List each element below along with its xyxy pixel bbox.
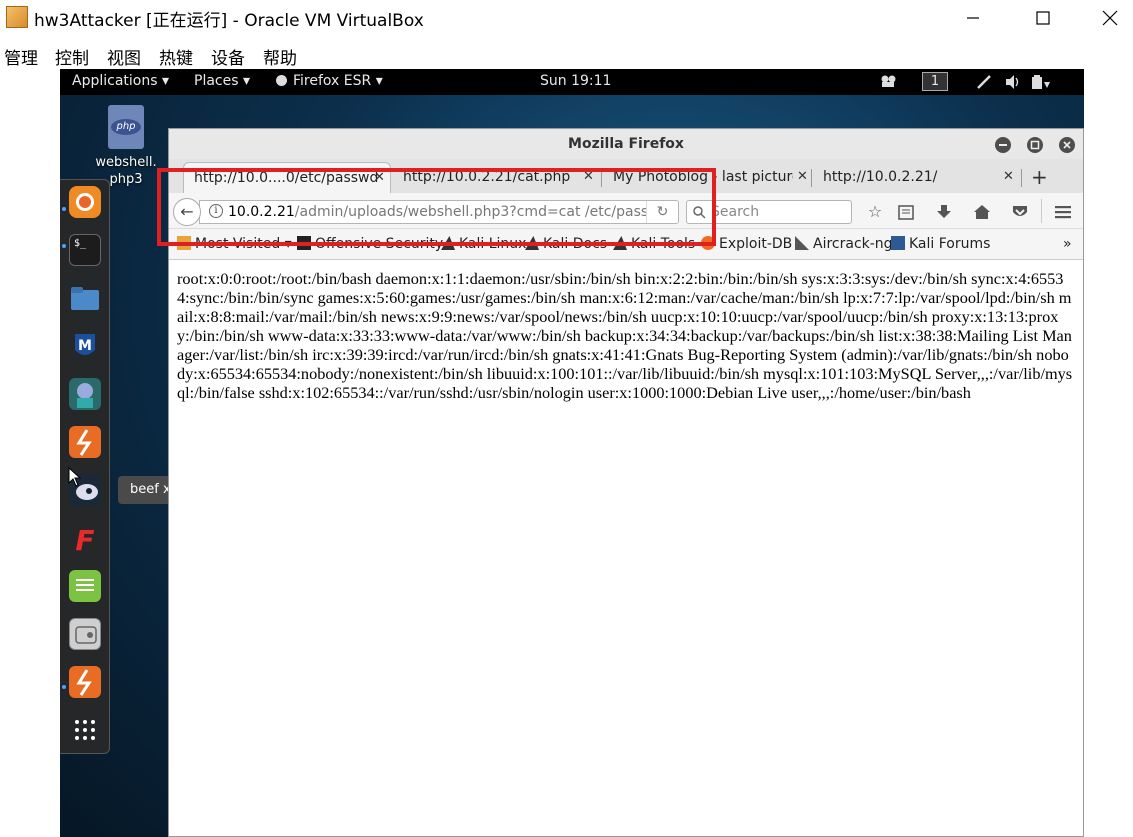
ff-close-button[interactable] [1059, 137, 1075, 153]
power-icon[interactable] [1030, 74, 1052, 94]
mouse-cursor-icon [68, 467, 82, 487]
minimize-icon [967, 16, 979, 19]
home-icon[interactable] [971, 201, 993, 223]
close-icon [1063, 141, 1071, 149]
running-indicator [62, 244, 66, 248]
tab-separator [1021, 169, 1022, 187]
firefox-titlebar: Mozilla Firefox [169, 129, 1083, 159]
kali-forums-icon [891, 236, 905, 250]
metasploit-icon[interactable]: M [69, 330, 101, 362]
close-button[interactable] [1087, 0, 1133, 35]
maximize-icon [1036, 10, 1050, 25]
aircrack-icon [795, 236, 809, 250]
pen-icon[interactable] [976, 74, 992, 94]
minimize-icon [999, 144, 1007, 146]
vbox-titlebar: hw3Attacker [正在运行] - Oracle VM VirtualBo… [0, 0, 1133, 35]
search-placeholder: Search [711, 204, 760, 220]
maximize-icon [1030, 140, 1040, 150]
window-title: hw3Attacker [正在运行] - Oracle VM VirtualBo… [34, 11, 424, 31]
applications-menu[interactable]: Applications ▾ [72, 73, 169, 89]
php-file-icon: php [108, 105, 144, 149]
firefox-window-title: Mozilla Firefox [568, 136, 684, 152]
toolbar-divider [1041, 199, 1042, 223]
hamburger-menu-icon[interactable] [1052, 201, 1074, 223]
menu-view[interactable]: 视图 [107, 44, 141, 69]
bookmark-aircrack-ng[interactable]: Aircrack-ng [795, 236, 893, 252]
page-content: root:x:0:0:root:/root:/bin/bash daemon:x… [169, 261, 1083, 836]
files-icon[interactable] [69, 282, 101, 314]
reading-list-icon[interactable] [895, 201, 917, 223]
bookmark-label: Aircrack-ng [813, 236, 893, 252]
ff-maximize-button[interactable] [1027, 137, 1043, 153]
bookmark-label: Kali Forums [909, 236, 991, 252]
vbox-menubar: 管理 控制 视图 热键 设备 帮助 [0, 35, 1133, 69]
menu-control[interactable]: 控制 [55, 44, 89, 69]
gnome-top-bar: Applications ▾ Places ▾ Firefox ESR ▾ Su… [60, 69, 1084, 95]
terminal-icon[interactable]: $_ [69, 234, 101, 266]
firefox-app-menu-label: Firefox ESR ▾ [293, 73, 383, 89]
running-indicator [62, 685, 66, 689]
bookmark-kali-forums[interactable]: Kali Forums [891, 236, 990, 252]
video-camera-icon[interactable] [880, 74, 898, 92]
tab-separator [811, 169, 812, 187]
bookmarks-overflow-icon[interactable]: » [1063, 236, 1072, 252]
php-file-icon-glyph: php [111, 119, 141, 135]
firefox-app-menu[interactable]: Firefox ESR ▾ [276, 73, 383, 89]
tab-close-icon[interactable]: ✕ [793, 169, 808, 184]
settings-icon[interactable] [69, 618, 101, 650]
minimize-button[interactable] [950, 0, 996, 35]
maximize-button[interactable] [1020, 0, 1066, 35]
armitage-icon[interactable] [69, 378, 101, 410]
guest-screen: Applications ▾ Places ▾ Firefox ESR ▾ Su… [60, 69, 1084, 837]
show-apps-icon[interactable] [69, 714, 101, 746]
bookmark-star-icon[interactable]: ☆ [864, 201, 886, 223]
bookmark-label: Exploit-DB [719, 236, 793, 252]
burpsuite-icon-2[interactable] [69, 666, 101, 698]
menu-devices[interactable]: 设备 [211, 44, 245, 69]
firefox-icon[interactable] [69, 186, 101, 218]
virtualbox-app-icon [6, 6, 28, 28]
desktop-file-webshell[interactable]: php webshell. php3 [90, 105, 162, 188]
new-tab-icon[interactable]: + [1031, 165, 1048, 189]
leafpad-icon[interactable] [69, 570, 101, 602]
svg-text:M: M [78, 338, 92, 354]
burpsuite-icon[interactable] [69, 426, 101, 458]
menu-hotkeys[interactable]: 热键 [159, 44, 193, 69]
firefox-small-icon [276, 75, 287, 86]
running-indicator [62, 207, 66, 211]
menu-help[interactable]: 帮助 [263, 44, 297, 69]
places-menu[interactable]: Places ▾ [194, 73, 250, 89]
tab-home[interactable]: http://10.0.2.21/ ✕ [813, 162, 1019, 193]
downloads-icon[interactable] [933, 201, 955, 223]
volume-icon[interactable] [1004, 74, 1022, 94]
tab-close-icon[interactable]: ✕ [1003, 169, 1014, 184]
annotation-highlight-box [157, 168, 716, 246]
close-icon [1102, 10, 1118, 25]
menu-manage[interactable]: 管理 [4, 44, 38, 69]
clock[interactable]: Sun 19:11 [540, 73, 611, 89]
faraday-icon[interactable]: F [69, 522, 101, 557]
ff-minimize-button[interactable] [995, 137, 1011, 153]
svg-text:F: F [75, 524, 94, 554]
tab-label: http://10.0.2.21/ [823, 169, 938, 185]
pocket-icon[interactable] [1009, 201, 1031, 223]
workspace-indicator[interactable]: 1 [922, 72, 948, 91]
